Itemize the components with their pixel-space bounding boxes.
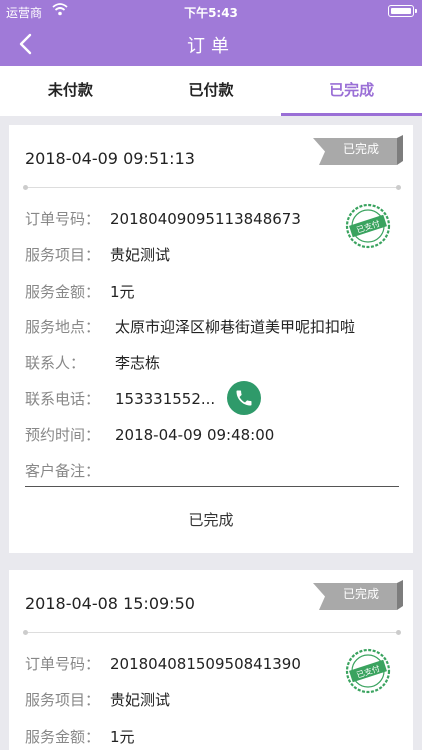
call-button[interactable] [227,381,261,415]
order-card[interactable]: 已完成 2018-04-08 15:09:50 已支付 订单号码： 201804… [9,570,413,750]
tab-completed[interactable]: 已完成 [281,66,422,116]
divider [23,630,401,635]
status-time: 下午5:43 [184,6,238,20]
note-underline [25,486,399,487]
paid-stamp-icon: 已支付 [345,648,391,694]
nav-bar: 运营商 下午5:43 订单 [0,0,422,66]
phone-icon [236,390,252,406]
order-status-text: 已完成 [188,511,234,529]
tab-unpaid[interactable]: 未付款 [0,66,141,116]
page-title: 订单 [187,36,235,57]
order-time: 2018-04-09 09:51:13 [25,149,195,168]
paid-stamp-icon: 已支付 [345,203,391,249]
status-bar: 运营商 下午5:43 [0,0,422,22]
battery-icon [388,5,417,17]
status-badge: 已完成 [342,142,379,156]
status-badge: 已完成 [342,587,379,601]
order-card[interactable]: 已完成 2018-04-09 09:51:13 已支付 订单号码： 201804… [9,125,413,553]
order-time: 2018-04-08 15:09:50 [25,594,195,613]
divider [23,185,401,190]
order-tabs: 未付款 已付款 已完成 [0,66,422,116]
tab-paid[interactable]: 已付款 [141,66,282,116]
